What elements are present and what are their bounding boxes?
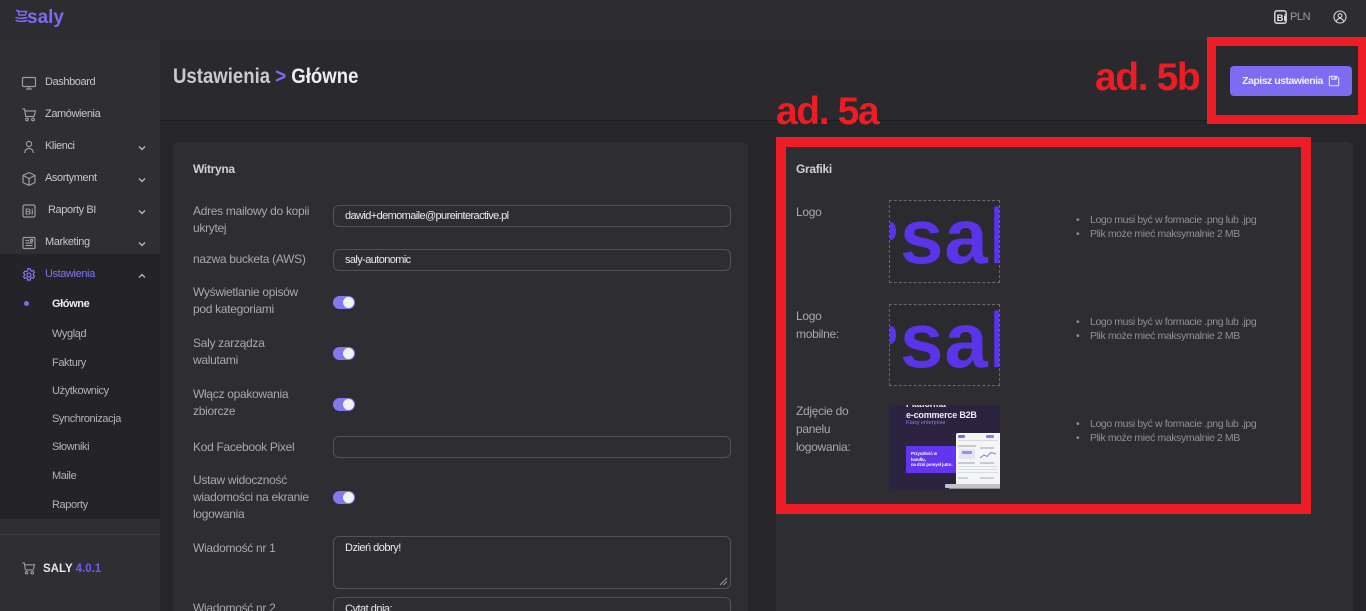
svg-text:Bi: Bi	[25, 207, 34, 217]
svg-text:Bi: Bi	[1277, 13, 1287, 24]
